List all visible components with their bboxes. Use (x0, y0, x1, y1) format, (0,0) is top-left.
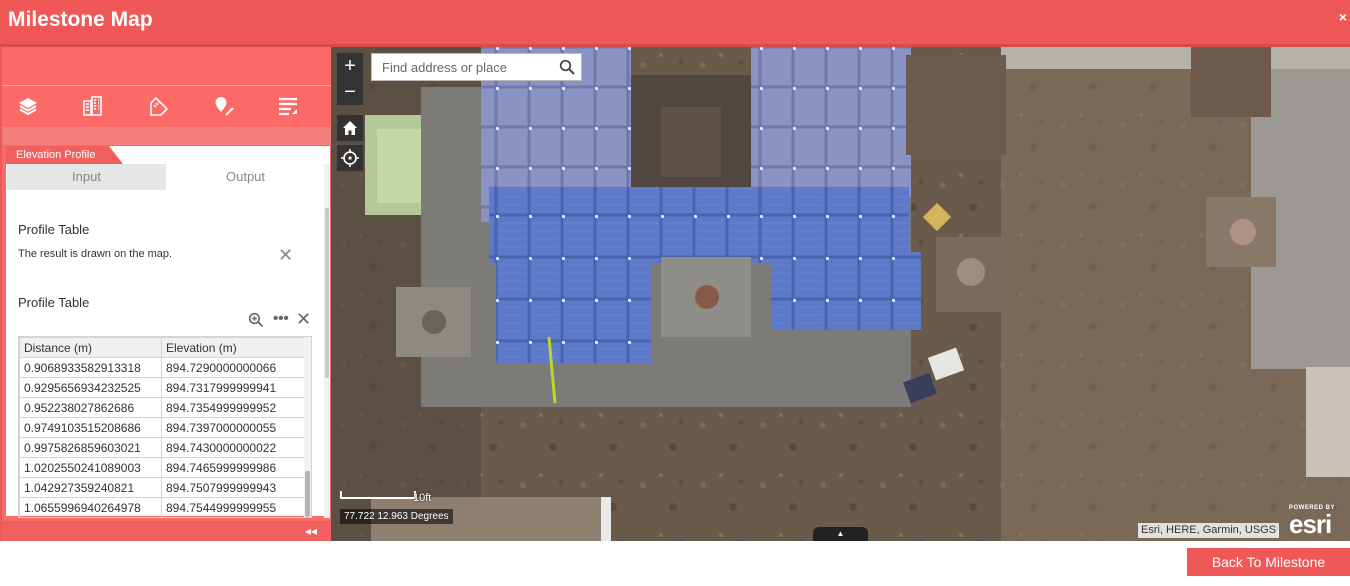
table-row[interactable]: 0.952238027862686 894.7354999999952 (19, 397, 305, 418)
cell-distance: 0.9295656934232525 (19, 377, 162, 398)
result-message: The result is drawn on the map. (18, 248, 173, 260)
table-row[interactable]: 1.042927359240821 894.7507999999943 (19, 477, 305, 498)
zoom-out-button[interactable]: − (337, 79, 363, 105)
cell-elevation: 894.7430000000022 (161, 437, 305, 458)
measure-icon[interactable] (145, 93, 171, 119)
pin-edit-icon[interactable] (211, 93, 237, 119)
cell-distance: 0.9749103515208686 (19, 417, 162, 438)
table-row[interactable]: 0.9749103515208686 894.7397000000055 (19, 417, 305, 438)
search-box (371, 53, 582, 81)
panel-title-tab: Elevation Profile (6, 146, 123, 164)
tab-output[interactable]: Output (166, 164, 325, 190)
search-icon[interactable] (559, 59, 575, 80)
title-bar: Milestone Map × (0, 0, 1350, 47)
profile-table-heading: Profile Table (18, 222, 90, 237)
panel-scroll-thumb[interactable] (325, 208, 329, 378)
elevation-profile-panel: Elevation Profile Input Output Profile T… (5, 145, 331, 518)
map-attribution: Esri, HERE, Garmin, USGS (1138, 523, 1280, 538)
zoom-to-icon[interactable] (248, 312, 264, 333)
close-icon[interactable]: ✕ (296, 309, 311, 330)
table-row[interactable]: 0.9068933582913318 894.7290000000066 (19, 357, 305, 378)
cell-distance: 1.0655996940264978 (19, 497, 162, 517)
column-header-elevation: Elevation (m) (161, 337, 305, 358)
tab-input[interactable]: Input (7, 164, 166, 190)
cell-elevation: 894.7465999999986 (161, 457, 305, 478)
table-header-row: Distance (m) Elevation (m) (19, 337, 305, 358)
more-options-icon[interactable]: ••• (273, 310, 289, 327)
sidebar-header (2, 47, 331, 85)
scale-label: 10ft (413, 492, 432, 504)
cell-elevation: 894.7290000000066 (161, 357, 305, 378)
scale-bar (340, 491, 416, 499)
buildings-icon[interactable] (80, 93, 106, 119)
collapse-sidebar-icon[interactable]: ◂◂ (305, 524, 317, 538)
sidebar-footer: ◂◂ (2, 521, 331, 541)
panel-scrollbar[interactable] (324, 164, 330, 518)
zoom-in-button[interactable]: + (337, 53, 363, 79)
profile-table-heading-2: Profile Table (18, 295, 90, 310)
search-input[interactable] (372, 54, 552, 80)
cell-elevation: 894.7354999999952 (161, 397, 305, 418)
widget-toolbar (2, 85, 331, 127)
app-title: Milestone Map (8, 8, 153, 31)
expand-bottom-panel-icon[interactable]: ▲ (813, 527, 868, 541)
profile-table: Distance (m) Elevation (m) 0.90689335829… (18, 336, 312, 518)
close-icon[interactable]: ✕ (278, 246, 293, 264)
panel-tabs: Input Output (7, 164, 325, 190)
column-header-distance: Distance (m) (19, 337, 162, 358)
layers-icon[interactable] (15, 93, 41, 119)
zoom-controls: + − (337, 53, 363, 105)
sidebar-subheader (2, 127, 331, 145)
cell-elevation: 894.7317999999941 (161, 377, 305, 398)
table-actions: ••• ✕ (244, 309, 314, 333)
cell-distance: 1.0202550241089003 (19, 457, 162, 478)
table-scroll-thumb[interactable] (305, 471, 310, 517)
menu-list-icon[interactable] (275, 93, 301, 119)
cell-distance: 0.952238027862686 (19, 397, 162, 418)
home-icon[interactable] (337, 115, 363, 141)
map-view[interactable]: + − 10ft 77.722 12.963 Degrees Esri, HER… (331, 47, 1350, 541)
cell-distance: 0.9068933582913318 (19, 357, 162, 378)
cell-elevation: 894.7397000000055 (161, 417, 305, 438)
esri-logo: POWERED BY esri (1287, 504, 1347, 540)
coordinate-readout: 77.722 12.963 Degrees (340, 509, 453, 524)
table-row[interactable]: 1.0655996940264978 894.7544999999955 (19, 497, 305, 517)
table-row[interactable]: 0.9295656934232525 894.7317999999941 (19, 377, 305, 398)
cell-elevation: 894.7507999999943 (161, 477, 305, 498)
back-to-milestone-button[interactable]: Back To Milestone (1187, 548, 1350, 576)
cell-distance: 1.042927359240821 (19, 477, 162, 498)
locate-icon[interactable] (337, 145, 363, 171)
table-scrollbar[interactable] (304, 337, 311, 517)
table-row[interactable]: 1.0202550241089003 894.7465999999986 (19, 457, 305, 478)
cell-distance: 0.9975826859603021 (19, 437, 162, 458)
sidebar: Elevation Profile Input Output Profile T… (0, 47, 331, 541)
close-icon[interactable]: × (1336, 9, 1350, 25)
cell-elevation: 894.7544999999955 (161, 497, 305, 517)
esri-wordmark: esri (1289, 509, 1332, 539)
aerial-imagery (331, 47, 1350, 541)
table-row[interactable]: 0.9975826859603021 894.7430000000022 (19, 437, 305, 458)
